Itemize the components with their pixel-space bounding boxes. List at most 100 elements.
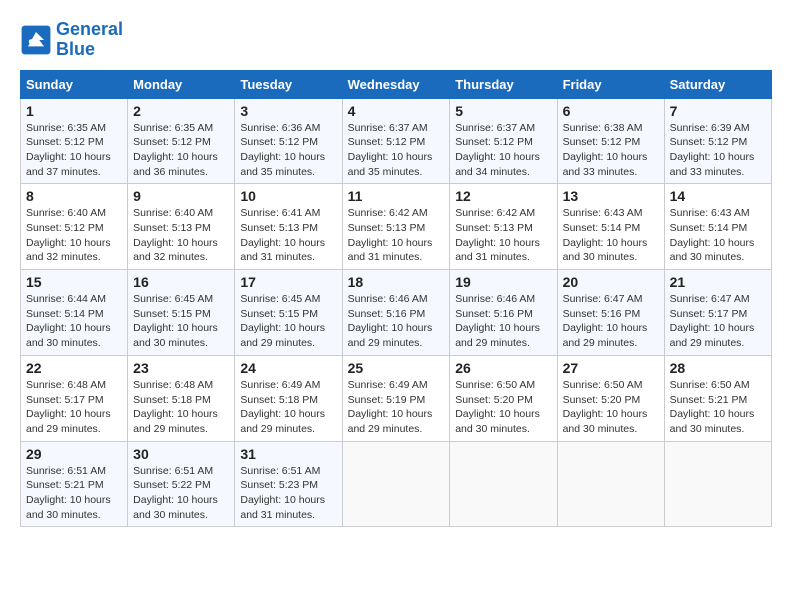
calendar-day-header: Wednesday xyxy=(342,70,450,98)
calendar-cell: 15 Sunrise: 6:44 AMSunset: 5:14 PMDayligh… xyxy=(21,270,128,356)
calendar-cell: 10 Sunrise: 6:41 AMSunset: 5:13 PMDayligh… xyxy=(235,184,342,270)
calendar-header-row: SundayMondayTuesdayWednesdayThursdayFrid… xyxy=(21,70,772,98)
day-detail: Sunrise: 6:50 AMSunset: 5:20 PMDaylight:… xyxy=(563,378,659,437)
calendar-cell: 19Sunrise: 6:46 AMSunset: 5:16 PMDayligh… xyxy=(450,270,557,356)
calendar-week-row: 1 Sunrise: 6:35 AMSunset: 5:12 PMDaylight… xyxy=(21,98,772,184)
day-number: 20 xyxy=(563,274,659,290)
calendar-day-header: Sunday xyxy=(21,70,128,98)
day-number: 23 xyxy=(133,360,229,376)
day-number: 12 xyxy=(455,188,551,204)
day-detail: Sunrise: 6:48 AMSunset: 5:17 PMDaylight:… xyxy=(26,378,122,437)
calendar-cell: 4 Sunrise: 6:37 AMSunset: 5:12 PMDaylight… xyxy=(342,98,450,184)
day-detail: Sunrise: 6:50 AMSunset: 5:20 PMDaylight:… xyxy=(455,378,551,437)
calendar-cell xyxy=(664,441,771,527)
calendar-cell: 29 Sunrise: 6:51 AMSunset: 5:21 PMDayligh… xyxy=(21,441,128,527)
day-number: 9 xyxy=(133,188,229,204)
day-number: 7 xyxy=(670,103,766,119)
calendar-table: SundayMondayTuesdayWednesdayThursdayFrid… xyxy=(20,70,772,528)
calendar-cell: 17 Sunrise: 6:45 AMSunset: 5:15 PMDayligh… xyxy=(235,270,342,356)
day-detail: Sunrise: 6:37 AMSunset: 5:12 PMDaylight:… xyxy=(348,121,445,180)
day-detail: Sunrise: 6:50 AMSunset: 5:21 PMDaylight:… xyxy=(670,378,766,437)
day-number: 10 xyxy=(240,188,336,204)
calendar-cell: 8 Sunrise: 6:40 AMSunset: 5:12 PMDaylight… xyxy=(21,184,128,270)
calendar-cell: 31 Sunrise: 6:51 AMSunset: 5:23 PMDayligh… xyxy=(235,441,342,527)
day-detail: Sunrise: 6:49 AMSunset: 5:19 PMDaylight:… xyxy=(348,378,445,437)
calendar-week-row: 15 Sunrise: 6:44 AMSunset: 5:14 PMDayligh… xyxy=(21,270,772,356)
calendar-day-header: Thursday xyxy=(450,70,557,98)
day-detail: Sunrise: 6:43 AMSunset: 5:14 PMDaylight:… xyxy=(563,206,659,265)
day-number: 29 xyxy=(26,446,122,462)
day-number: 13 xyxy=(563,188,659,204)
calendar-cell xyxy=(342,441,450,527)
calendar-day-header: Saturday xyxy=(664,70,771,98)
calendar-week-row: 8 Sunrise: 6:40 AMSunset: 5:12 PMDaylight… xyxy=(21,184,772,270)
day-number: 31 xyxy=(240,446,336,462)
day-number: 3 xyxy=(240,103,336,119)
calendar-cell: 2Sunrise: 6:35 AMSunset: 5:12 PMDaylight… xyxy=(128,98,235,184)
day-number: 14 xyxy=(670,188,766,204)
calendar-cell: 30Sunrise: 6:51 AMSunset: 5:22 PMDayligh… xyxy=(128,441,235,527)
day-number: 22 xyxy=(26,360,122,376)
calendar-cell: 24Sunrise: 6:49 AMSunset: 5:18 PMDayligh… xyxy=(235,355,342,441)
calendar-cell: 6 Sunrise: 6:38 AMSunset: 5:12 PMDaylight… xyxy=(557,98,664,184)
day-number: 24 xyxy=(240,360,336,376)
day-number: 19 xyxy=(455,274,551,290)
calendar-cell: 9Sunrise: 6:40 AMSunset: 5:13 PMDaylight… xyxy=(128,184,235,270)
day-detail: Sunrise: 6:39 AMSunset: 5:12 PMDaylight:… xyxy=(670,121,766,180)
calendar-day-header: Tuesday xyxy=(235,70,342,98)
calendar-cell: 18Sunrise: 6:46 AMSunset: 5:16 PMDayligh… xyxy=(342,270,450,356)
day-number: 27 xyxy=(563,360,659,376)
day-detail: Sunrise: 6:47 AMSunset: 5:16 PMDaylight:… xyxy=(563,292,659,351)
calendar-cell: 12 Sunrise: 6:42 AMSunset: 5:13 PMDayligh… xyxy=(450,184,557,270)
day-number: 26 xyxy=(455,360,551,376)
calendar-week-row: 22 Sunrise: 6:48 AMSunset: 5:17 PMDayligh… xyxy=(21,355,772,441)
day-detail: Sunrise: 6:47 AMSunset: 5:17 PMDaylight:… xyxy=(670,292,766,351)
day-number: 1 xyxy=(26,103,122,119)
calendar-cell: 3 Sunrise: 6:36 AMSunset: 5:12 PMDaylight… xyxy=(235,98,342,184)
day-detail: Sunrise: 6:51 AMSunset: 5:23 PMDaylight:… xyxy=(240,464,336,523)
day-detail: Sunrise: 6:48 AMSunset: 5:18 PMDaylight:… xyxy=(133,378,229,437)
calendar-cell: 27 Sunrise: 6:50 AMSunset: 5:20 PMDayligh… xyxy=(557,355,664,441)
day-number: 16 xyxy=(133,274,229,290)
day-number: 11 xyxy=(348,188,445,204)
calendar-cell: 28 Sunrise: 6:50 AMSunset: 5:21 PMDayligh… xyxy=(664,355,771,441)
day-number: 18 xyxy=(348,274,445,290)
calendar-body: 1 Sunrise: 6:35 AMSunset: 5:12 PMDaylight… xyxy=(21,98,772,527)
day-number: 8 xyxy=(26,188,122,204)
calendar-cell: 25 Sunrise: 6:49 AMSunset: 5:19 PMDayligh… xyxy=(342,355,450,441)
day-number: 25 xyxy=(348,360,445,376)
calendar-cell: 14 Sunrise: 6:43 AMSunset: 5:14 PMDayligh… xyxy=(664,184,771,270)
day-number: 15 xyxy=(26,274,122,290)
calendar-week-row: 29 Sunrise: 6:51 AMSunset: 5:21 PMDayligh… xyxy=(21,441,772,527)
day-detail: Sunrise: 6:42 AMSunset: 5:13 PMDaylight:… xyxy=(348,206,445,265)
day-number: 28 xyxy=(670,360,766,376)
day-detail: Sunrise: 6:42 AMSunset: 5:13 PMDaylight:… xyxy=(455,206,551,265)
calendar-cell: 5 Sunrise: 6:37 AMSunset: 5:12 PMDaylight… xyxy=(450,98,557,184)
page-header: General Blue xyxy=(20,20,772,60)
day-number: 6 xyxy=(563,103,659,119)
day-detail: Sunrise: 6:51 AMSunset: 5:21 PMDaylight:… xyxy=(26,464,122,523)
day-number: 4 xyxy=(348,103,445,119)
calendar-day-header: Monday xyxy=(128,70,235,98)
day-detail: Sunrise: 6:40 AMSunset: 5:12 PMDaylight:… xyxy=(26,206,122,265)
day-detail: Sunrise: 6:44 AMSunset: 5:14 PMDaylight:… xyxy=(26,292,122,351)
day-detail: Sunrise: 6:45 AMSunset: 5:15 PMDaylight:… xyxy=(133,292,229,351)
day-number: 5 xyxy=(455,103,551,119)
day-number: 21 xyxy=(670,274,766,290)
calendar-cell: 21 Sunrise: 6:47 AMSunset: 5:17 PMDayligh… xyxy=(664,270,771,356)
calendar-cell: 16 Sunrise: 6:45 AMSunset: 5:15 PMDayligh… xyxy=(128,270,235,356)
day-detail: Sunrise: 6:43 AMSunset: 5:14 PMDaylight:… xyxy=(670,206,766,265)
calendar-cell: 23 Sunrise: 6:48 AMSunset: 5:18 PMDayligh… xyxy=(128,355,235,441)
day-detail: Sunrise: 6:35 AMSunset: 5:12 PMDaylight:… xyxy=(133,121,229,180)
day-number: 17 xyxy=(240,274,336,290)
day-detail: Sunrise: 6:45 AMSunset: 5:15 PMDaylight:… xyxy=(240,292,336,351)
calendar-cell: 13 Sunrise: 6:43 AMSunset: 5:14 PMDayligh… xyxy=(557,184,664,270)
day-detail: Sunrise: 6:41 AMSunset: 5:13 PMDaylight:… xyxy=(240,206,336,265)
calendar-cell: 26 Sunrise: 6:50 AMSunset: 5:20 PMDayligh… xyxy=(450,355,557,441)
day-detail: Sunrise: 6:35 AMSunset: 5:12 PMDaylight:… xyxy=(26,121,122,180)
logo: General Blue xyxy=(20,20,123,60)
day-detail: Sunrise: 6:38 AMSunset: 5:12 PMDaylight:… xyxy=(563,121,659,180)
day-detail: Sunrise: 6:37 AMSunset: 5:12 PMDaylight:… xyxy=(455,121,551,180)
calendar-cell: 1 Sunrise: 6:35 AMSunset: 5:12 PMDaylight… xyxy=(21,98,128,184)
day-detail: Sunrise: 6:36 AMSunset: 5:12 PMDaylight:… xyxy=(240,121,336,180)
